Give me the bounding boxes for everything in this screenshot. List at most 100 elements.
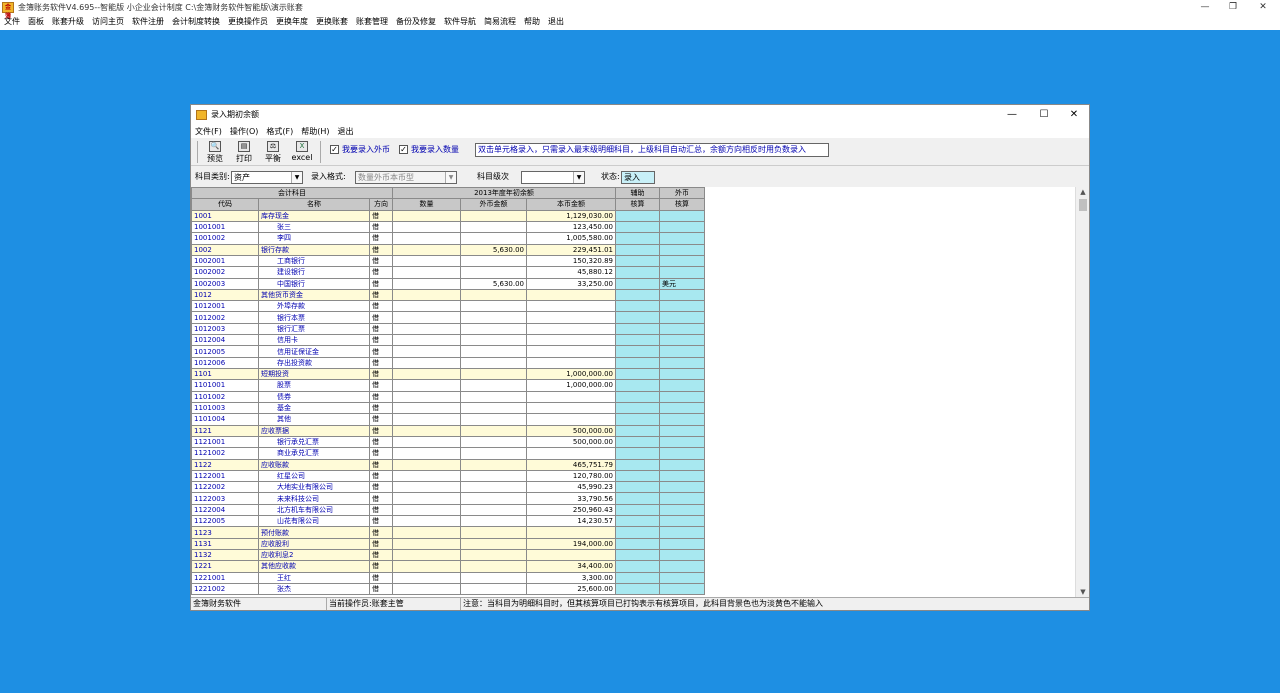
row-aux-check[interactable] [615,424,660,437]
row-fx-amount[interactable] [460,424,527,437]
table-row[interactable]: 1002002 建设银行借 45,880.12 [191,266,705,279]
row-fx-check[interactable] [659,560,705,573]
row-fx-check[interactable] [659,356,705,370]
row-amount[interactable]: 25,600.00 [526,582,616,596]
row-amount[interactable] [526,401,616,415]
row-fx-amount[interactable] [460,401,527,415]
row-fx-amount[interactable] [460,447,527,460]
row-fx-check[interactable] [659,458,705,471]
row-quantity[interactable] [392,254,461,268]
table-row[interactable]: 1001001 张三借 123,450.00 [191,220,705,234]
row-quantity[interactable] [392,379,461,392]
row-aux-check[interactable] [615,300,660,313]
row-quantity[interactable] [392,356,461,370]
row-quantity[interactable] [392,300,461,313]
row-quantity[interactable] [392,458,461,471]
table-row[interactable]: 1122003 未来科技公司借 33,790.56 [191,492,705,505]
row-amount[interactable]: 500,000.00 [526,424,616,437]
row-amount[interactable]: 123,450.00 [526,220,616,234]
table-row[interactable]: 1002 银行存款借 5,630.00 229,451.01 [191,243,705,256]
table-row[interactable]: 1122005 山花有限公司借 14,230.57 [191,515,705,528]
row-fx-amount[interactable] [460,220,527,234]
row-quantity[interactable] [392,266,461,279]
scroll-down-icon[interactable]: ▼ [1076,587,1089,597]
row-aux-check[interactable] [615,322,660,336]
row-aux-check[interactable] [615,311,660,324]
row-quantity[interactable] [392,560,461,573]
table-row[interactable]: 1221002 张杰借 25,600.00 [191,582,705,596]
row-amount[interactable] [526,356,616,370]
row-amount[interactable]: 500,000.00 [526,435,616,449]
table-row[interactable]: 1122 应收账款借 465,751.79 [191,458,705,471]
row-fx-amount[interactable] [460,334,527,347]
row-aux-check[interactable] [615,356,660,370]
row-aux-check[interactable] [615,232,660,245]
row-aux-check[interactable] [615,277,660,290]
row-amount[interactable]: 3,300.00 [526,571,616,584]
app-close-button[interactable]: ✕ [1246,0,1280,14]
level-select[interactable]: ▼ [521,171,585,184]
row-amount[interactable] [526,322,616,336]
row-amount[interactable]: 150,320.89 [526,254,616,268]
table-row[interactable]: 1002003 中国银行借 5,630.00 33,250.00 美元 [191,277,705,290]
table-row[interactable]: 1221 其他应收款借 34,400.00 [191,560,705,573]
row-quantity[interactable] [392,537,461,551]
row-quantity[interactable] [392,367,461,381]
row-fx-check[interactable] [659,413,705,426]
row-fx-check[interactable] [659,334,705,347]
table-row[interactable]: 1122001 红星公司借 120,780.00 [191,469,705,483]
row-quantity[interactable] [392,469,461,483]
table-row[interactable]: 1123 预付账款借 [191,526,705,539]
table-row[interactable]: 1012001 外埠存款借 [191,300,705,313]
app-menu-item[interactable]: 账套管理 [352,15,392,28]
row-amount[interactable]: 250,960.43 [526,503,616,517]
row-aux-check[interactable] [615,379,660,392]
app-menu-item[interactable]: 更换账套 [312,15,352,28]
row-quantity[interactable] [392,277,461,290]
row-fx-amount[interactable] [460,458,527,471]
row-fx-check[interactable] [659,401,705,415]
table-row[interactable]: 1012006 存出投资款借 [191,356,705,370]
row-quantity[interactable] [392,232,461,245]
row-fx-amount[interactable] [460,345,527,358]
row-fx-amount[interactable] [460,503,527,517]
excel-button[interactable]: X excel [288,139,316,165]
row-fx-check[interactable]: 美元 [659,277,705,290]
row-fx-amount[interactable] [460,367,527,381]
row-quantity[interactable] [392,503,461,517]
category-select[interactable]: 资产 ▼ [231,171,303,184]
row-fx-amount[interactable] [460,492,527,505]
row-quantity[interactable] [392,334,461,347]
row-fx-amount[interactable] [460,300,527,313]
row-fx-amount[interactable] [460,254,527,268]
app-menu-item[interactable]: 帮助 [520,15,544,28]
balance-button[interactable]: ⚖ 平衡 [259,139,287,165]
table-row[interactable]: 1002001 工商银行借 150,320.89 [191,254,705,268]
table-row[interactable]: 1101001 股票借 1,000,000.00 [191,379,705,392]
row-amount[interactable]: 33,790.56 [526,492,616,505]
row-aux-check[interactable] [615,537,660,551]
table-row[interactable]: 1012002 银行本票借 [191,311,705,324]
table-row[interactable]: 1012003 银行汇票借 [191,322,705,336]
row-fx-check[interactable] [659,435,705,449]
row-quantity[interactable] [392,209,461,222]
row-fx-amount[interactable] [460,582,527,596]
row-quantity[interactable] [392,288,461,302]
row-quantity[interactable] [392,311,461,324]
row-fx-check[interactable] [659,232,705,245]
dialog-maximize-button[interactable]: ☐ [1029,105,1059,125]
row-fx-check[interactable] [659,503,705,517]
table-row[interactable]: 1122004 北方机车有限公司借 250,960.43 [191,503,705,517]
table-row[interactable]: 1131 应收股利借 194,000.00 [191,537,705,551]
row-fx-amount[interactable] [460,571,527,584]
table-row[interactable]: 1122002 大地实业有限公司借 45,990.23 [191,481,705,494]
row-aux-check[interactable] [615,582,660,596]
row-fx-amount[interactable] [460,515,527,528]
row-amount[interactable] [526,526,616,539]
row-fx-amount[interactable] [460,481,527,494]
row-quantity[interactable] [392,424,461,437]
grid-vertical-scrollbar[interactable]: ▲ ▼ [1075,187,1089,597]
row-fx-check[interactable] [659,266,705,279]
row-quantity[interactable] [392,390,461,403]
row-amount[interactable]: 1,000,000.00 [526,379,616,392]
